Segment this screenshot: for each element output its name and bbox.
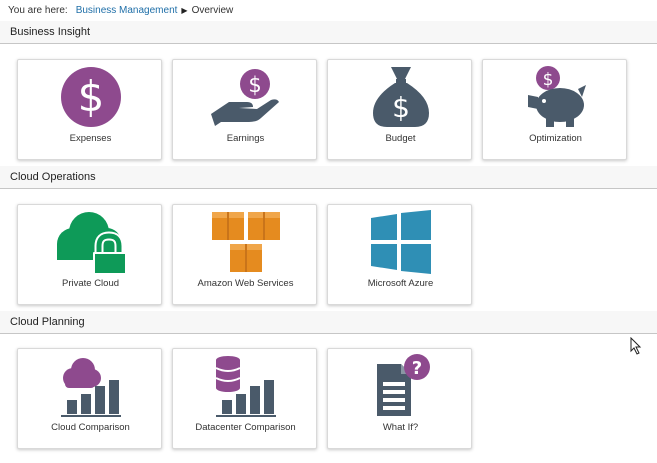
money-bag-icon: $	[328, 64, 473, 130]
tile-label: Earnings	[226, 133, 265, 144]
svg-text:$: $	[77, 72, 104, 121]
tile-label: Amazon Web Services	[197, 278, 294, 289]
tile-cloud-comparison[interactable]: Cloud Comparison	[17, 348, 162, 449]
tile-microsoft-azure[interactable]: Microsoft Azure	[327, 204, 472, 305]
piggy-bank-icon: $	[483, 64, 628, 130]
tile-budget[interactable]: $ Budget	[327, 59, 472, 160]
tile-label: Private Cloud	[61, 278, 120, 289]
section-header-cloud-planning: Cloud Planning	[0, 311, 657, 334]
tile-label: Cloud Comparison	[51, 422, 130, 433]
cloud-lock-icon	[18, 209, 163, 275]
mouse-cursor-icon	[630, 336, 642, 360]
svg-text:$: $	[542, 70, 553, 90]
breadcrumb-link-business-management[interactable]: Business Management	[76, 4, 178, 18]
tile-label: What If?	[382, 422, 419, 433]
breadcrumb-separator-icon: ▶	[181, 6, 188, 15]
aws-boxes-icon	[173, 209, 318, 275]
breadcrumb: You are here: Business Management ▶ Over…	[8, 4, 233, 18]
database-bar-chart-icon	[173, 353, 318, 419]
document-question-icon: ?	[328, 353, 473, 419]
svg-text:?: ?	[411, 358, 421, 379]
tile-what-if[interactable]: ? What If?	[327, 348, 472, 449]
breadcrumb-current: Overview	[191, 5, 234, 16]
windows-logo-icon	[328, 209, 473, 275]
tile-earnings[interactable]: $ Earnings	[172, 59, 317, 160]
dollar-circle-icon: $	[18, 64, 163, 130]
svg-text:$: $	[392, 91, 410, 124]
tile-private-cloud[interactable]: Private Cloud	[17, 204, 162, 305]
section-header-business-insight: Business Insight	[0, 21, 657, 44]
tile-label: Microsoft Azure	[367, 278, 434, 289]
tile-label: Optimization	[529, 133, 582, 144]
tile-datacenter-comparison[interactable]: Datacenter Comparison	[172, 348, 317, 449]
tile-label: Datacenter Comparison	[195, 422, 296, 433]
tile-label: Expenses	[69, 133, 112, 144]
hand-holding-dollar-icon: $	[173, 64, 318, 130]
section-header-cloud-operations: Cloud Operations	[0, 166, 657, 189]
breadcrumb-lead: You are here:	[8, 5, 68, 16]
cloud-bar-chart-icon	[18, 353, 163, 419]
svg-text:$: $	[248, 73, 261, 97]
tile-expenses[interactable]: $ Expenses	[17, 59, 162, 160]
tile-optimization[interactable]: $ Optimization	[482, 59, 627, 160]
tile-amazon-web-services[interactable]: Amazon Web Services	[172, 204, 317, 305]
tile-label: Budget	[385, 133, 416, 144]
